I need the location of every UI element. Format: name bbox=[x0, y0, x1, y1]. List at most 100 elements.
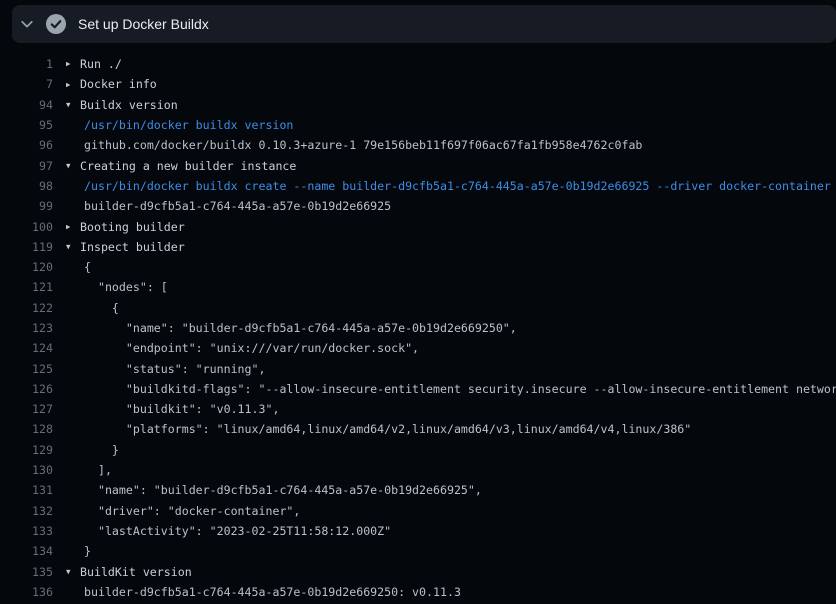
log-text: "status": "running", bbox=[66, 362, 265, 376]
log-line-number[interactable]: 7 bbox=[0, 77, 53, 91]
log-group-toggle[interactable]: ▼BuildKit version bbox=[66, 565, 192, 579]
log-line-content: { bbox=[66, 260, 91, 274]
log-line-content: builder-d9cfb5a1-c764-445a-a57e-0b19d2e6… bbox=[66, 199, 391, 213]
log-group-toggle[interactable]: ▼Buildx version bbox=[66, 98, 178, 112]
log-line: 100 ▶Booting builder bbox=[0, 216, 836, 236]
log-text: Docker info bbox=[80, 77, 157, 91]
log-lines: 1▶Run ./7▶Docker info94▼Buildx version95… bbox=[0, 54, 836, 604]
log-line-number[interactable]: 129 bbox=[0, 443, 53, 457]
log-line-number[interactable]: 96 bbox=[0, 138, 53, 152]
log-text: "buildkit": "v0.11.3", bbox=[66, 402, 279, 416]
log-line-number[interactable]: 131 bbox=[0, 483, 53, 497]
log-text: Creating a new builder instance bbox=[80, 159, 296, 173]
log-line-number[interactable]: 124 bbox=[0, 341, 53, 355]
log-text: "buildkitd-flags": "--allow-insecure-ent… bbox=[66, 382, 836, 396]
log-line-number[interactable]: 125 bbox=[0, 362, 53, 376]
log-group-toggle[interactable]: ▶Run ./ bbox=[66, 57, 122, 71]
log-group-toggle[interactable]: ▼Creating a new builder instance bbox=[66, 159, 296, 173]
log-line-number[interactable]: 133 bbox=[0, 524, 53, 538]
log-line-number[interactable]: 94 bbox=[0, 98, 53, 112]
log-line: 121 "nodes": [ bbox=[0, 277, 836, 297]
log-line: 96 github.com/docker/buildx 0.10.3+azure-… bbox=[0, 135, 836, 155]
log-line-number[interactable]: 122 bbox=[0, 301, 53, 315]
log-text: Buildx version bbox=[80, 98, 178, 112]
step-header[interactable]: Set up Docker Buildx bbox=[12, 5, 836, 43]
log-group-toggle[interactable]: ▶Docker info bbox=[66, 77, 157, 91]
log-line: 94 ▼Buildx version bbox=[0, 95, 836, 115]
log-text: /usr/bin/docker buildx create --name bui… bbox=[66, 179, 831, 193]
log-line: 136 builder-d9cfb5a1-c764-445a-a57e-0b19d… bbox=[0, 582, 836, 602]
log-line-content: github.com/docker/buildx 0.10.3+azure-1 … bbox=[66, 138, 642, 152]
log-text: Inspect builder bbox=[80, 240, 185, 254]
log-line-number[interactable]: 134 bbox=[0, 544, 53, 558]
log-group-toggle[interactable]: ▼Inspect builder bbox=[66, 240, 185, 254]
log-line-content: "lastActivity": "2023-02-25T11:58:12.000… bbox=[66, 524, 391, 538]
log-text: "name": "builder-d9cfb5a1-c764-445a-a57e… bbox=[66, 483, 482, 497]
log-line: 95/usr/bin/docker buildx version bbox=[0, 115, 836, 135]
log-line: 132 "driver": "docker-container", bbox=[0, 501, 836, 521]
log-line: 97 ▼Creating a new builder instance bbox=[0, 155, 836, 175]
log-text: "driver": "docker-container", bbox=[66, 504, 300, 518]
log-text: builder-d9cfb5a1-c764-445a-a57e-0b19d2e6… bbox=[66, 585, 461, 599]
log-line-number[interactable]: 95 bbox=[0, 118, 53, 132]
group-collapsed-icon[interactable]: ▶ bbox=[66, 223, 80, 231]
log-line-number[interactable]: 100 bbox=[0, 220, 53, 234]
check-circle-icon bbox=[46, 14, 66, 34]
log-line-content: } bbox=[66, 544, 91, 558]
log-text: /usr/bin/docker buildx version bbox=[66, 118, 293, 132]
log-text: { bbox=[66, 301, 119, 315]
log-text: "endpoint": "unix:///var/run/docker.sock… bbox=[66, 341, 419, 355]
log-line-number[interactable]: 126 bbox=[0, 382, 53, 396]
log-line: 125 "status": "running", bbox=[0, 358, 836, 378]
log-line-number[interactable]: 123 bbox=[0, 321, 53, 335]
log-line-number[interactable]: 127 bbox=[0, 402, 53, 416]
log-line: 123 "name": "builder-d9cfb5a1-c764-445a-… bbox=[0, 318, 836, 338]
log-line: 98/usr/bin/docker buildx create --name b… bbox=[0, 176, 836, 196]
log-line-number[interactable]: 1 bbox=[0, 57, 53, 71]
log-line: 7 ▶Docker info bbox=[0, 74, 836, 94]
log-group-toggle[interactable]: ▶Booting builder bbox=[66, 220, 185, 234]
log-line: 135 ▼BuildKit version bbox=[0, 561, 836, 581]
chevron-down-icon[interactable] bbox=[12, 17, 42, 31]
log-line-number[interactable]: 119 bbox=[0, 240, 53, 254]
log-line: 1 ▶Run ./ bbox=[0, 54, 836, 74]
group-expanded-icon[interactable]: ▼ bbox=[66, 568, 80, 576]
log-line-number[interactable]: 97 bbox=[0, 159, 53, 173]
log-line-number[interactable]: 120 bbox=[0, 260, 53, 274]
log-text: { bbox=[66, 260, 91, 274]
log-line-number[interactable]: 99 bbox=[0, 199, 53, 213]
log-line-content: /usr/bin/docker buildx version bbox=[66, 118, 293, 132]
log-line: 130 ], bbox=[0, 460, 836, 480]
log-line: 99 builder-d9cfb5a1-c764-445a-a57e-0b19d2… bbox=[0, 196, 836, 216]
group-expanded-icon[interactable]: ▼ bbox=[66, 162, 80, 170]
group-collapsed-icon[interactable]: ▶ bbox=[66, 60, 80, 68]
group-expanded-icon[interactable]: ▼ bbox=[66, 101, 80, 109]
log-line-number[interactable]: 136 bbox=[0, 585, 53, 599]
log-line: 127 "buildkit": "v0.11.3", bbox=[0, 399, 836, 419]
log-line-number[interactable]: 98 bbox=[0, 179, 53, 193]
step-title: Set up Docker Buildx bbox=[78, 16, 209, 32]
group-collapsed-icon[interactable]: ▶ bbox=[66, 81, 80, 89]
log-line-number[interactable]: 130 bbox=[0, 463, 53, 477]
log-line-content: "name": "builder-d9cfb5a1-c764-445a-a57e… bbox=[66, 483, 482, 497]
log-line: 133 "lastActivity": "2023-02-25T11:58:12… bbox=[0, 521, 836, 541]
log-line: 128 "platforms": "linux/amd64,linux/amd6… bbox=[0, 419, 836, 439]
log-line: 129 } bbox=[0, 440, 836, 460]
log-text: "lastActivity": "2023-02-25T11:58:12.000… bbox=[66, 524, 391, 538]
log-line-content: "nodes": [ bbox=[66, 280, 168, 294]
log-line: 124 "endpoint": "unix:///var/run/docker.… bbox=[0, 338, 836, 358]
log-line-content: "status": "running", bbox=[66, 362, 265, 376]
log-line-content: } bbox=[66, 443, 119, 457]
log-line-content: "buildkitd-flags": "--allow-insecure-ent… bbox=[66, 382, 836, 396]
log-line-number[interactable]: 121 bbox=[0, 280, 53, 294]
log-text: "nodes": [ bbox=[66, 280, 168, 294]
log-line-number[interactable]: 128 bbox=[0, 422, 53, 436]
log-line: 134} bbox=[0, 541, 836, 561]
log-text: builder-d9cfb5a1-c764-445a-a57e-0b19d2e6… bbox=[66, 199, 391, 213]
log-line-content: ], bbox=[66, 463, 112, 477]
log-text: Run ./ bbox=[80, 57, 122, 71]
group-expanded-icon[interactable]: ▼ bbox=[66, 243, 80, 251]
log-line-number[interactable]: 132 bbox=[0, 504, 53, 518]
log-text: ], bbox=[66, 463, 112, 477]
log-line-number[interactable]: 135 bbox=[0, 565, 53, 579]
